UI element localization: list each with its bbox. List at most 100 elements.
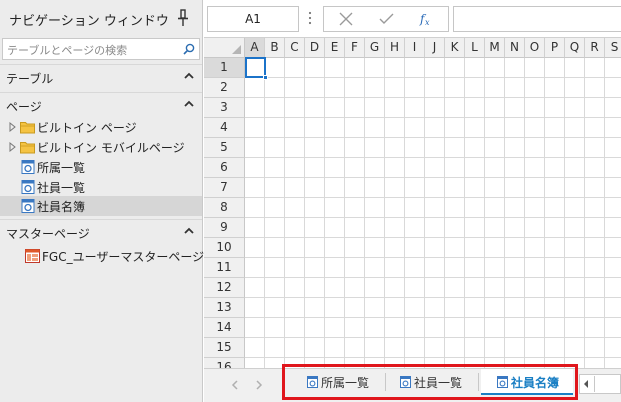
navigation-title: ナビゲーション ウィンドウ [9, 14, 169, 29]
chevron-up-icon[interactable] [184, 99, 194, 109]
search-placeholder: テーブルとページの検索 [7, 44, 128, 57]
search-icon[interactable] [183, 43, 195, 55]
sheet-tab-employee-roster[interactable]: 社員名簿 [497, 372, 571, 394]
row-header[interactable]: 3 [204, 98, 245, 118]
sheet-tab-affiliations[interactable]: 所属一覧 [307, 372, 377, 394]
row-header[interactable]: 11 [204, 258, 245, 278]
sheet-tab-label: 社員一覧 [414, 376, 463, 390]
column-header[interactable]: F [345, 38, 365, 58]
fill-handle[interactable] [263, 75, 268, 80]
sheet-tab-employee-list[interactable]: 社員一覧 [400, 372, 470, 394]
column-header[interactable]: G [365, 38, 385, 58]
page-icon [21, 160, 35, 174]
column-header[interactable]: D [305, 38, 325, 58]
scrollbar-separator [594, 376, 595, 392]
select-all-icon [232, 45, 241, 54]
nav-item-master-page[interactable]: FGC_ユーザーマスターページ [0, 246, 205, 266]
page-icon [21, 199, 35, 213]
section-master-pages-label: マスターページ [6, 227, 90, 241]
column-header[interactable]: N [505, 38, 525, 58]
navigation-header: ナビゲーション ウィンドウ [0, 0, 203, 36]
row-header[interactable]: 2 [204, 78, 245, 98]
nav-item-page-employee-list[interactable]: 社員一覧 [0, 177, 202, 197]
row-header[interactable]: 14 [204, 318, 245, 338]
expand-arrow-icon[interactable] [9, 122, 16, 132]
page-icon [21, 180, 35, 194]
column-header[interactable]: M [485, 38, 505, 58]
nav-item-label: ビルトイン ページ [37, 121, 137, 135]
tab-separator [385, 373, 386, 391]
column-header[interactable]: Q [565, 38, 585, 58]
section-pages[interactable]: ページ [0, 92, 202, 116]
page-icon [400, 376, 411, 388]
column-header[interactable]: S [605, 38, 621, 58]
horizontal-scrollbar[interactable] [579, 374, 621, 394]
row-header[interactable]: 12 [204, 278, 245, 298]
nav-item-label: 社員一覧 [37, 181, 86, 195]
column-header[interactable]: I [405, 38, 425, 58]
row-header[interactable]: 15 [204, 338, 245, 358]
column-header[interactable]: O [525, 38, 545, 58]
highlight-frame: 所属一覧 社員一覧 社員名簿 [282, 364, 578, 400]
column-header[interactable]: J [425, 38, 445, 58]
row-header[interactable]: 1 [204, 58, 245, 78]
tab-scroll-right-icon[interactable] [254, 379, 264, 391]
nav-item-label: 社員名簿 [37, 200, 86, 214]
sheet-tab-label: 所属一覧 [321, 376, 370, 390]
nav-item-page-affiliations[interactable]: 所属一覧 [0, 157, 202, 177]
svg-text:x: x [425, 18, 430, 27]
name-box[interactable]: A1 [207, 6, 299, 32]
column-header[interactable]: B [265, 38, 285, 58]
select-all-corner[interactable] [204, 38, 245, 58]
section-pages-label: ページ [6, 100, 42, 114]
chevron-up-icon[interactable] [184, 71, 194, 81]
expand-arrow-icon[interactable] [9, 142, 16, 152]
column-header[interactable]: C [285, 38, 305, 58]
scroll-left-icon[interactable] [583, 380, 589, 388]
section-tables-label: テーブル [6, 72, 54, 86]
page-icon [497, 376, 508, 388]
folder-icon [20, 122, 35, 134]
column-header[interactable]: K [445, 38, 465, 58]
column-header[interactable]: A [245, 38, 265, 58]
formula-bar: A1 f x [204, 0, 621, 37]
navigation-pane: ナビゲーション ウィンドウ テーブルとページの検索 テーブル ページ ビルトイン… [0, 0, 205, 402]
row-header[interactable]: 13 [204, 298, 245, 318]
navigation-search-input[interactable]: テーブルとページの検索 [2, 38, 200, 60]
column-header[interactable]: H [385, 38, 405, 58]
formula-buttons: f x [323, 6, 449, 32]
column-header[interactable]: P [545, 38, 565, 58]
nav-item-label: 所属一覧 [37, 161, 86, 175]
row-header[interactable]: 8 [204, 198, 245, 218]
chevron-up-icon[interactable] [184, 226, 194, 236]
master-page-icon [25, 249, 40, 263]
insert-function-icon[interactable]: f x [406, 7, 446, 31]
nav-item-page-employee-roster[interactable]: 社員名簿 [0, 196, 202, 216]
tab-separator [478, 373, 479, 391]
row-header[interactable]: 9 [204, 218, 245, 238]
column-header[interactable]: R [585, 38, 605, 58]
row-header[interactable]: 6 [204, 158, 245, 178]
row-header[interactable]: 10 [204, 238, 245, 258]
column-header[interactable]: E [325, 38, 345, 58]
cancel-icon[interactable] [326, 7, 366, 31]
row-header[interactable]: 7 [204, 178, 245, 198]
formula-input[interactable] [453, 6, 621, 32]
section-tables[interactable]: テーブル [0, 64, 202, 88]
cell-area[interactable] [245, 58, 621, 368]
tab-scroll-left-icon[interactable] [230, 379, 240, 391]
sheet-tab-label: 社員名簿 [511, 376, 560, 390]
confirm-icon[interactable] [366, 7, 406, 31]
row-header[interactable]: 4 [204, 118, 245, 138]
pin-icon[interactable] [176, 9, 190, 27]
spreadsheet-grid[interactable]: ABCDEFGHIJKLMNOPQRS 1 2 3 4 5 6 7 8 9 10 11 12 13 14 1… [204, 37, 621, 368]
section-master-pages[interactable]: マスターページ [0, 219, 202, 243]
row-header[interactable]: 5 [204, 138, 245, 158]
column-header[interactable]: L [465, 38, 485, 58]
nav-item-builtin-pages[interactable]: ビルトイン ページ [0, 117, 202, 137]
nav-item-builtin-mobile-pages[interactable]: ビルトイン モバイルページ [0, 137, 202, 157]
more-options-icon[interactable] [308, 10, 312, 26]
nav-item-label: FGC_ユーザーマスターページ [42, 250, 205, 264]
sheet-tab-bar: 所属一覧 社員一覧 社員名簿 [204, 364, 621, 402]
row-header[interactable]: 16 [204, 358, 245, 368]
